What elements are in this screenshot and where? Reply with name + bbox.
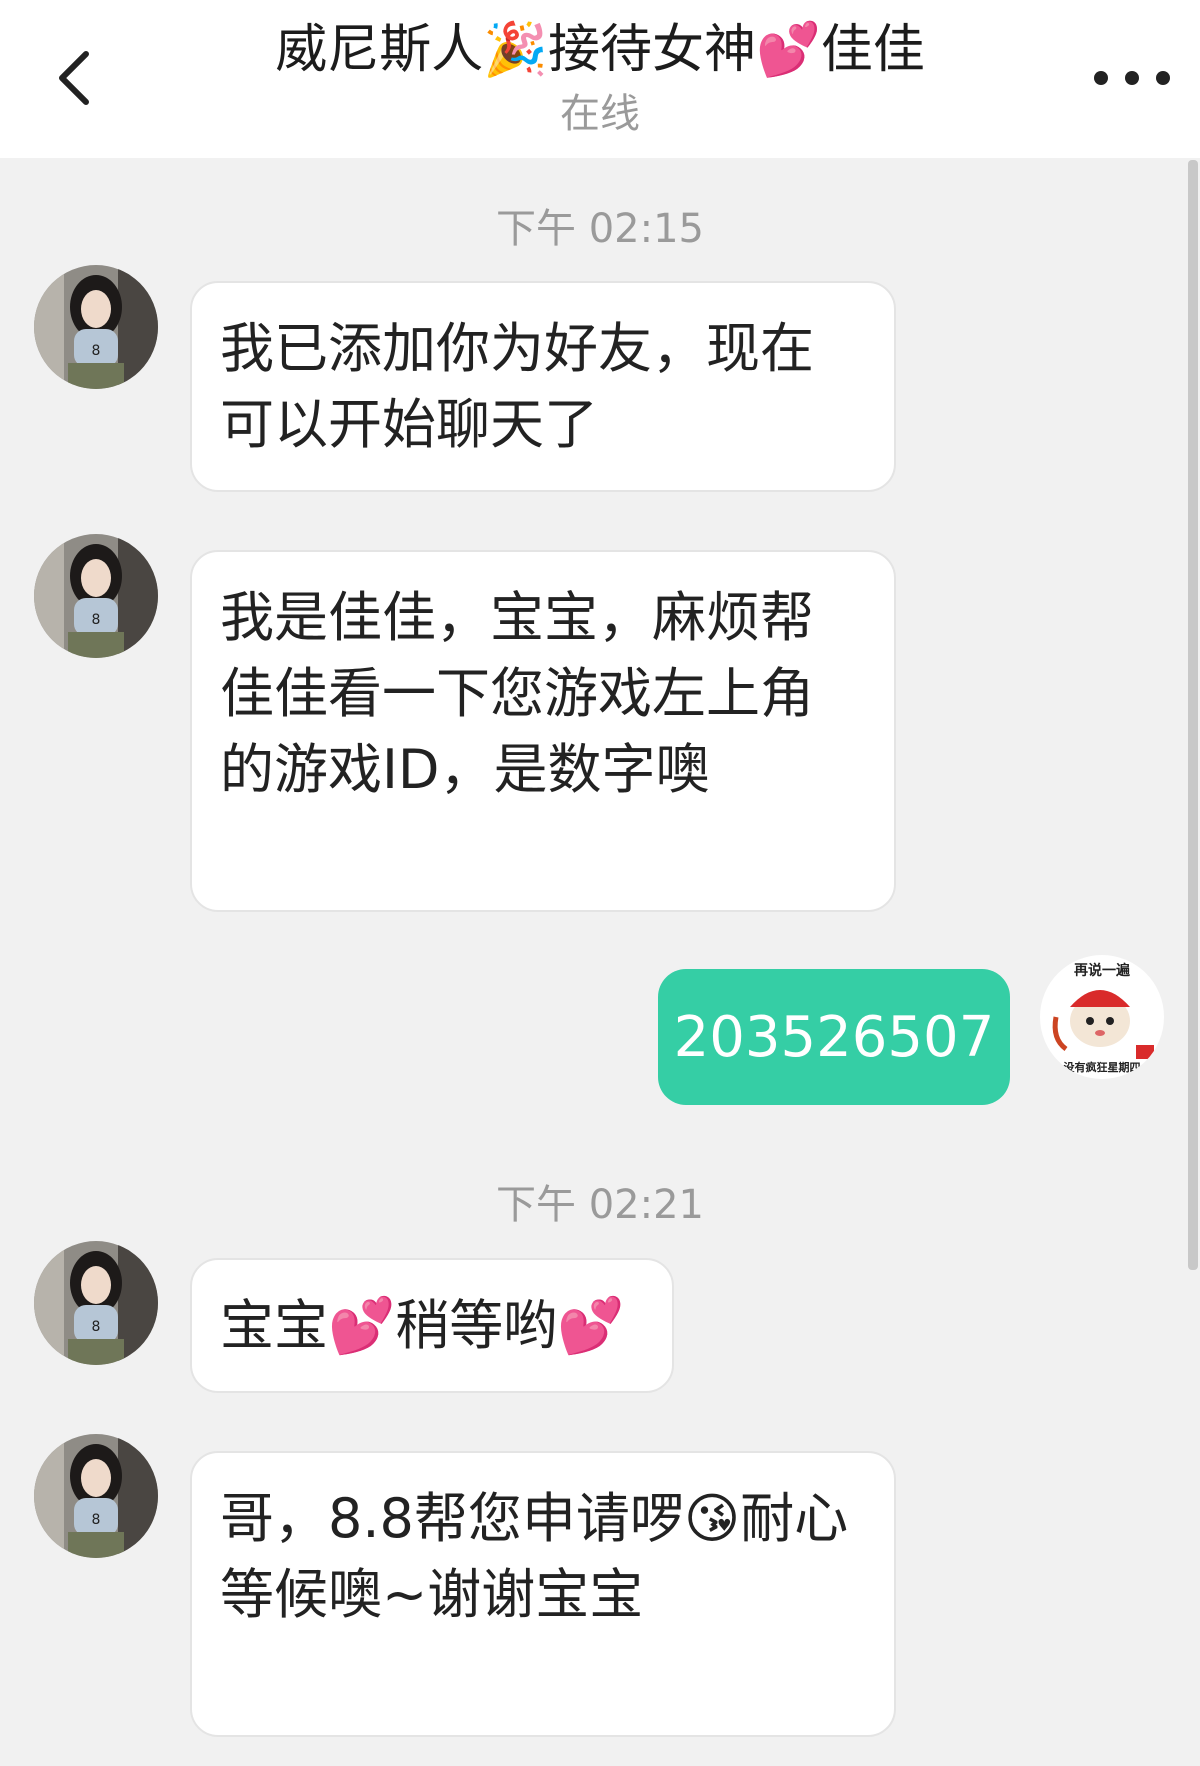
contact-avatar[interactable]: 8 <box>34 534 158 658</box>
contact-avatar[interactable]: 8 <box>34 1241 158 1365</box>
scrollbar[interactable] <box>1188 160 1198 1270</box>
more-dots-icon <box>1094 71 1170 85</box>
contact-avatar[interactable]: 8 <box>34 265 158 389</box>
back-button[interactable] <box>46 40 102 116</box>
online-status: 在线 <box>560 91 640 137</box>
title-area: 威尼斯人🎉接待女神💕佳佳 在线 <box>150 14 1050 140</box>
contact-avatar[interactable]: 8 <box>34 1434 158 1558</box>
svg-text:8: 8 <box>92 343 101 359</box>
incoming-message[interactable]: 我是佳佳，宝宝，麻烦帮 佳佳看一下您游戏左上角 的游戏ID，是数字噢 <box>190 550 896 912</box>
timestamp: 下午 02:15 <box>496 206 704 252</box>
svg-text:8: 8 <box>92 612 101 628</box>
my-avatar[interactable]: 再说一遍 没有疯狂星期四 <box>1040 955 1164 1079</box>
sticker-bottom-caption: 没有疯狂星期四 <box>1064 1060 1141 1074</box>
timestamp: 下午 02:21 <box>496 1182 704 1228</box>
more-button[interactable] <box>1084 56 1180 100</box>
incoming-message[interactable]: 我已添加你为好友，现在 可以开始聊天了 <box>190 281 896 492</box>
incoming-message[interactable]: 哥，8.8帮您申请啰😘耐心 等候噢~谢谢宝宝 <box>190 1451 896 1737</box>
svg-text:8: 8 <box>92 1319 101 1335</box>
chat-title: 威尼斯人🎉接待女神💕佳佳 <box>275 20 925 80</box>
incoming-message[interactable]: 宝宝💕稍等哟💕 <box>190 1258 674 1393</box>
svg-text:8: 8 <box>92 1512 101 1528</box>
sticker-top-caption: 再说一遍 <box>1074 962 1131 979</box>
outgoing-message[interactable]: 203526507 <box>658 969 1010 1105</box>
chevron-left-icon <box>59 51 89 105</box>
chat-header: 威尼斯人🎉接待女神💕佳佳 在线 <box>0 0 1200 158</box>
